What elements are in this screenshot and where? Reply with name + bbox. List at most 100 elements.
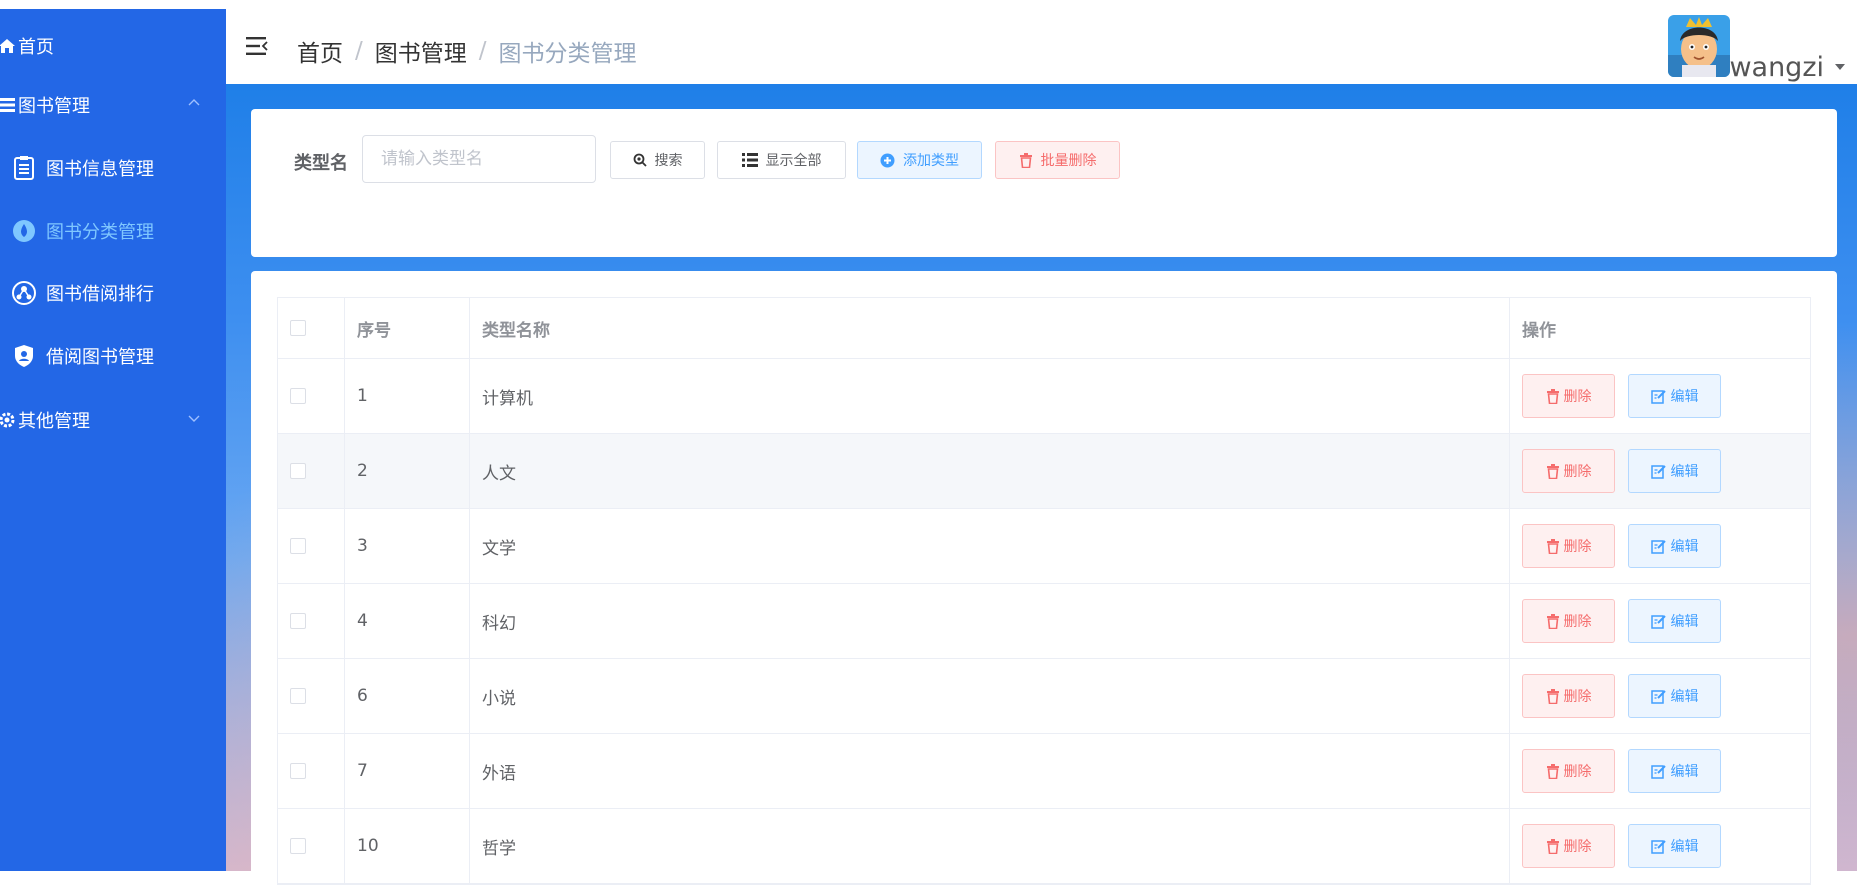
sidebar-item-other-management[interactable]: 其他管理 <box>0 395 226 445</box>
gear-icon <box>0 411 16 429</box>
cell-id: 4 <box>345 584 470 658</box>
cell-name: 文学 <box>470 509 1510 583</box>
search-card: 类型名 搜索 显示全部 添加类型 批量删除 <box>251 109 1837 257</box>
category-icon <box>12 219 36 243</box>
search-icon <box>633 153 647 167</box>
sidebar-item-label: 图书管理 <box>18 96 90 117</box>
edit-icon <box>1650 764 1667 779</box>
delete-button[interactable]: 删除 <box>1522 449 1615 493</box>
cell-id: 10 <box>345 809 470 883</box>
chevron-up-icon <box>188 99 200 106</box>
delete-button[interactable]: 删除 <box>1522 824 1615 868</box>
chevron-down-icon <box>188 415 200 422</box>
edit-button[interactable]: 编辑 <box>1628 449 1721 493</box>
edit-icon <box>1650 464 1667 479</box>
column-header-name: 类型名称 <box>470 298 1510 358</box>
trash-icon <box>1546 388 1560 404</box>
sidebar-item-label: 图书借阅排行 <box>46 284 154 305</box>
row-checkbox[interactable] <box>290 688 306 704</box>
trash-icon <box>1546 688 1560 704</box>
edit-icon <box>1650 614 1667 629</box>
batch-delete-button[interactable]: 批量删除 <box>995 141 1120 179</box>
breadcrumb-book-management[interactable]: 图书管理 <box>375 34 467 68</box>
document-icon <box>12 156 36 180</box>
sidebar-item-borrow-management[interactable]: 借阅图书管理 <box>0 331 226 381</box>
trash-icon <box>1546 838 1560 854</box>
cell-id: 7 <box>345 734 470 808</box>
add-circle-icon <box>880 153 895 168</box>
edit-icon <box>1650 389 1667 404</box>
ranking-icon <box>12 281 36 305</box>
sidebar-item-book-category[interactable]: 图书分类管理 <box>0 206 226 256</box>
trash-icon <box>1546 463 1560 479</box>
delete-button[interactable]: 删除 <box>1522 374 1615 418</box>
top-header: 首页 / 图书管理 / 图书分类管理 wangzi <box>226 0 1857 84</box>
username[interactable]: wangzi <box>1729 52 1824 83</box>
trash-icon <box>1546 538 1560 554</box>
table-body: 1 计算机 删除 编辑 2 人文 删除 编辑 3 文学 删除 编辑 4 科幻 删除 编辑 6 小说 删除 编辑 7 外语删… <box>278 359 1810 884</box>
row-checkbox[interactable] <box>290 538 306 554</box>
sidebar-item-label: 图书信息管理 <box>46 159 154 180</box>
delete-button[interactable]: 删除 <box>1522 674 1615 718</box>
sidebar-item-label: 借阅图书管理 <box>46 347 154 368</box>
table-row[interactable]: 7 外语 删除 编辑 <box>278 734 1810 809</box>
select-all-checkbox[interactable] <box>290 320 306 336</box>
table-row[interactable]: 6 小说 删除 编辑 <box>278 659 1810 734</box>
delete-button[interactable]: 删除 <box>1522 749 1615 793</box>
trash-icon <box>1019 152 1033 168</box>
edit-button[interactable]: 编辑 <box>1628 524 1721 568</box>
edit-icon <box>1650 539 1667 554</box>
row-checkbox[interactable] <box>290 613 306 629</box>
sidebar-item-label: 首页 <box>18 37 54 58</box>
table-card: 序号 类型名称 操作 1 计算机 删除 编辑 2 人文 删除 编辑 3 文学 删除 编辑 4 科幻 删除 编辑… <box>251 271 1837 891</box>
cell-name: 哲学 <box>470 809 1510 883</box>
cell-id: 3 <box>345 509 470 583</box>
books-icon <box>0 96 16 114</box>
edit-button[interactable]: 编辑 <box>1628 674 1721 718</box>
cell-name: 科幻 <box>470 584 1510 658</box>
edit-button[interactable]: 编辑 <box>1628 824 1721 868</box>
sidebar: 首页 图书管理 图书信息管理 图书分类管理 图书借阅排行 借阅图书管理 其他管理 <box>0 9 226 871</box>
home-icon <box>0 37 16 55</box>
sidebar-item-book-info[interactable]: 图书信息管理 <box>0 143 226 193</box>
search-button[interactable]: 搜索 <box>610 141 705 179</box>
edit-button[interactable]: 编辑 <box>1628 749 1721 793</box>
breadcrumb: 首页 / 图书管理 / 图书分类管理 <box>297 34 637 68</box>
cell-name: 计算机 <box>470 359 1510 433</box>
show-all-button[interactable]: 显示全部 <box>717 141 846 179</box>
breadcrumb-home[interactable]: 首页 <box>297 34 343 68</box>
cell-name: 外语 <box>470 734 1510 808</box>
table-row[interactable]: 3 文学 删除 编辑 <box>278 509 1810 584</box>
caret-down-icon[interactable] <box>1835 64 1845 70</box>
row-checkbox[interactable] <box>290 388 306 404</box>
delete-button[interactable]: 删除 <box>1522 599 1615 643</box>
trash-icon <box>1546 613 1560 629</box>
table-row[interactable]: 10 哲学 删除 编辑 <box>278 809 1810 884</box>
add-type-button[interactable]: 添加类型 <box>857 141 982 179</box>
table-row[interactable]: 2 人文 删除 编辑 <box>278 434 1810 509</box>
sidebar-item-book-ranking[interactable]: 图书借阅排行 <box>0 268 226 318</box>
avatar[interactable] <box>1668 15 1730 77</box>
sidebar-item-book-management[interactable]: 图书管理 <box>0 80 226 130</box>
sidebar-item-home[interactable]: 首页 <box>0 21 226 71</box>
table-row[interactable]: 4 科幻 删除 编辑 <box>278 584 1810 659</box>
edit-button[interactable]: 编辑 <box>1628 374 1721 418</box>
cell-id: 6 <box>345 659 470 733</box>
shield-icon <box>12 344 36 368</box>
list-icon <box>741 153 758 167</box>
edit-button[interactable]: 编辑 <box>1628 599 1721 643</box>
row-checkbox[interactable] <box>290 838 306 854</box>
cell-id: 2 <box>345 434 470 508</box>
menu-toggle-icon[interactable] <box>246 36 268 56</box>
breadcrumb-separator: / <box>478 38 487 64</box>
table-header-row: 序号 类型名称 操作 <box>278 298 1810 359</box>
type-name-input[interactable] <box>362 135 596 183</box>
row-checkbox[interactable] <box>290 463 306 479</box>
sidebar-item-label: 其他管理 <box>18 411 90 432</box>
trash-icon <box>1546 763 1560 779</box>
category-table: 序号 类型名称 操作 1 计算机 删除 编辑 2 人文 删除 编辑 3 文学 删除 编辑 4 科幻 删除 编辑… <box>277 297 1811 885</box>
row-checkbox[interactable] <box>290 763 306 779</box>
column-header-actions: 操作 <box>1522 320 1556 341</box>
table-row[interactable]: 1 计算机 删除 编辑 <box>278 359 1810 434</box>
delete-button[interactable]: 删除 <box>1522 524 1615 568</box>
